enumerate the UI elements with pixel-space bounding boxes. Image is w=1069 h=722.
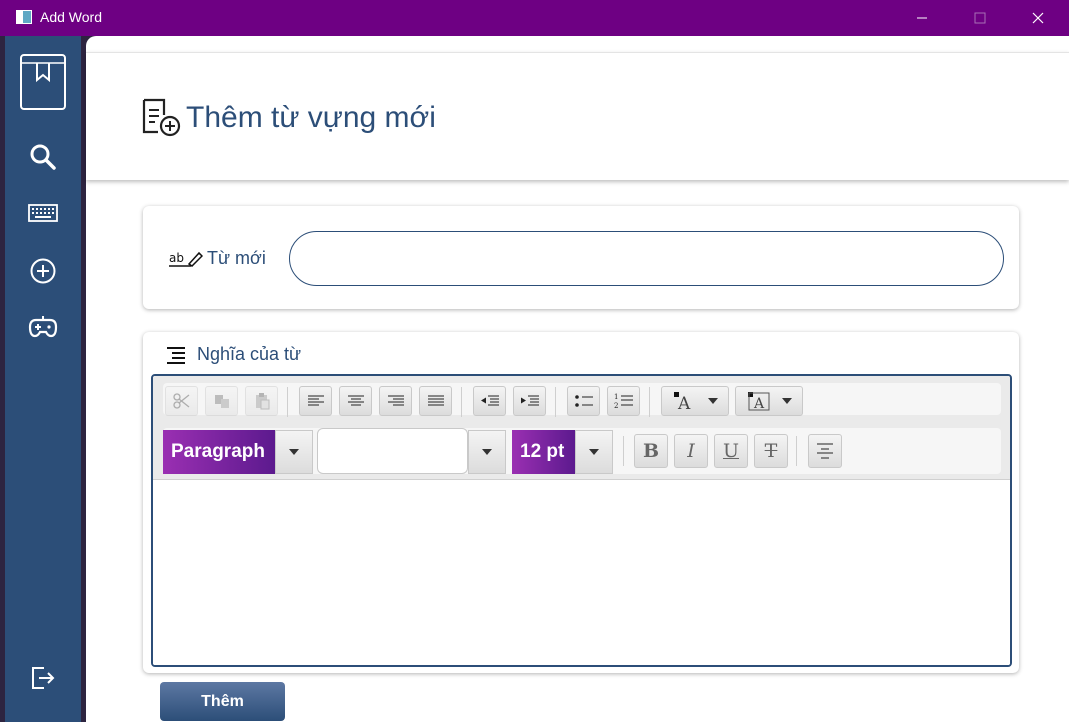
chevron-down-icon <box>482 449 492 455</box>
bullet-list-button[interactable] <box>567 386 600 416</box>
paste-button[interactable] <box>245 386 278 416</box>
meaning-card: Nghĩa của từ 1 2 A A Paragraph 12 pt B I… <box>143 332 1019 673</box>
keyboard-icon <box>28 204 58 222</box>
add-document-icon <box>142 98 181 137</box>
app-icon <box>16 10 32 24</box>
font-family-input[interactable] <box>317 428 468 474</box>
sidebar-item-search[interactable] <box>5 143 81 171</box>
page-title: Thêm từ vựng mới <box>186 101 436 134</box>
editor-content-area[interactable] <box>153 481 1010 665</box>
align-justify-icon <box>427 395 444 406</box>
sidebar <box>5 36 81 722</box>
window-titlebar: Add Word <box>0 0 1069 36</box>
logout-icon <box>32 667 55 689</box>
bold-button[interactable]: B <box>634 434 668 468</box>
highlight-color-dropdown[interactable]: A <box>735 386 803 416</box>
dictionary-book-icon <box>20 54 66 110</box>
font-color-icon: A <box>674 392 691 412</box>
underline-button[interactable]: U <box>714 434 748 468</box>
outdent-button[interactable] <box>473 386 506 416</box>
italic-button[interactable]: I <box>674 434 708 468</box>
gamepad-icon <box>28 316 58 338</box>
outdent-icon <box>480 395 499 406</box>
word-card: ab Từ mới <box>143 206 1019 309</box>
align-left-button[interactable] <box>299 386 332 416</box>
sidebar-item-keyboard[interactable] <box>5 203 81 223</box>
word-label: Từ mới <box>207 248 266 268</box>
rich-text-editor: 12 A A Paragraph 12 pt B I U T <box>151 374 1012 667</box>
numbered-list-icon: 12 <box>614 393 633 410</box>
main-content: Thêm từ vựng mới ab Từ mới Nghĩa của từ <box>86 36 1069 722</box>
chevron-down-icon <box>289 449 299 455</box>
align-center-button[interactable] <box>339 386 372 416</box>
toolbar-separator <box>555 387 556 417</box>
scissors-icon <box>172 393 189 409</box>
copy-button[interactable] <box>205 386 238 416</box>
align-right-button[interactable] <box>379 386 412 416</box>
strikethrough-button[interactable]: T <box>754 434 788 468</box>
spell-check-icon: ab <box>169 251 203 267</box>
toolbar-separator <box>287 387 288 417</box>
align-center-icon <box>347 395 364 406</box>
add-circle-icon <box>30 258 56 284</box>
font-family-dropdown-button[interactable] <box>468 430 506 474</box>
font-size-select[interactable]: 12 pt <box>512 430 575 474</box>
indent-icon <box>520 395 539 406</box>
close-button[interactable] <box>1009 0 1067 36</box>
paragraph-style-dropdown-button[interactable] <box>275 430 313 474</box>
line-spacing-button[interactable] <box>808 434 842 468</box>
line-spacing-icon <box>817 443 833 459</box>
sidebar-item-dictionary[interactable] <box>5 52 81 112</box>
minimize-icon <box>917 17 927 19</box>
toolbar-separator <box>461 387 462 417</box>
svg-text:1: 1 <box>614 393 618 401</box>
minimize-button[interactable] <box>893 0 951 36</box>
chevron-down-icon <box>782 398 792 404</box>
font-color-dropdown[interactable]: A <box>661 386 729 416</box>
toolbar-separator <box>623 436 624 466</box>
sidebar-item-game[interactable] <box>5 314 81 340</box>
meaning-label: Nghĩa của từ <box>197 344 302 364</box>
toolbar-separator <box>649 387 650 417</box>
toolbar-row-1: 12 A A <box>163 383 1001 417</box>
svg-text:2: 2 <box>614 402 618 410</box>
add-word-submit-button[interactable]: Thêm <box>160 682 285 721</box>
editor-toolbar: 12 A A Paragraph 12 pt B I U T <box>153 376 1010 480</box>
svg-text:A: A <box>677 394 691 412</box>
chevron-down-icon <box>589 449 599 455</box>
paragraph-style-select[interactable]: Paragraph <box>163 430 275 474</box>
toolbar-row-2: Paragraph 12 pt B I U T <box>163 428 1001 474</box>
numbered-list-button[interactable]: 12 <box>607 386 640 416</box>
search-icon <box>30 144 56 170</box>
close-icon <box>1032 12 1044 24</box>
svg-text:ab: ab <box>169 251 184 265</box>
word-input[interactable] <box>289 231 1004 286</box>
svg-text:A: A <box>753 396 765 412</box>
toolbar-separator <box>796 436 797 466</box>
copy-icon <box>214 395 229 408</box>
logout-button[interactable] <box>5 664 81 692</box>
align-right-icon <box>387 395 404 406</box>
chevron-down-icon <box>708 398 718 404</box>
menu-lines-icon <box>167 347 185 364</box>
sidebar-item-add-word[interactable] <box>5 257 81 285</box>
cut-button[interactable] <box>165 386 198 416</box>
window-title: Add Word <box>40 9 102 25</box>
bullet-list-icon <box>574 395 593 407</box>
font-size-dropdown-button[interactable] <box>575 430 613 474</box>
paste-icon <box>255 393 269 410</box>
maximize-button[interactable] <box>951 0 1009 36</box>
align-left-icon <box>307 395 324 406</box>
maximize-icon <box>974 12 986 24</box>
highlight-color-icon: A <box>748 392 770 412</box>
align-justify-button[interactable] <box>419 386 452 416</box>
page-header: Thêm từ vựng mới <box>86 52 1069 180</box>
indent-button[interactable] <box>513 386 546 416</box>
